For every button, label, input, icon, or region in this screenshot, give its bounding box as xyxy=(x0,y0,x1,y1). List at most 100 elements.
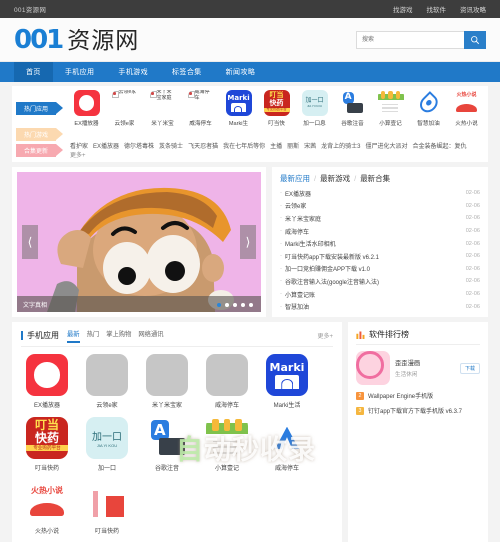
top-link-software[interactable]: 找软件 xyxy=(427,4,447,14)
collection-tag[interactable]: 芨条骑士 xyxy=(159,141,183,150)
list-item[interactable]: · EX播放器 02-06 xyxy=(280,187,480,200)
grid-item[interactable]: 火热小说 火热小说 xyxy=(21,480,73,535)
bullet-icon: · xyxy=(280,215,282,222)
nav-item-games[interactable]: 手机游戏 xyxy=(106,62,160,82)
app-tile[interactable]: 智慧加油 xyxy=(412,90,445,127)
carousel-dot[interactable] xyxy=(249,303,253,307)
list-item[interactable]: · Marki生活水印相机 02-06 xyxy=(280,237,480,250)
grid-item[interactable]: 威海停车 xyxy=(261,417,313,472)
collections-tag[interactable]: 合集更新 xyxy=(16,143,63,157)
grid-item[interactable]: 叮当快药 xyxy=(81,480,133,535)
collection-tag[interactable]: 宋茜 xyxy=(304,141,316,150)
rank-item[interactable]: 2 Wallpaper Engine手机版 xyxy=(356,391,480,400)
panel-more-link[interactable]: 更多+ xyxy=(317,331,333,340)
app-tile[interactable]: A 谷歌注音 xyxy=(336,90,369,127)
list-item-title: 叮当快药app下载安装最新版 v6.2.1 xyxy=(285,254,380,261)
app-tile[interactable]: 米丫米宝家庭 米丫米宝 xyxy=(146,90,179,127)
app-tile[interactable]: 加一口 JIA YI KOU 加一口息 xyxy=(298,90,331,127)
list-item[interactable]: · 米丫米宝家庭 02-06 xyxy=(280,212,480,225)
tab-shopping[interactable]: 掌上购物 xyxy=(106,329,131,343)
app-tile[interactable]: Marki Marki生 xyxy=(222,90,255,127)
hot-apps-row: 热门应用 EX播放器 云领e家 云领e家 米丫米宝家庭 米丫米宝 威海停车 威海… xyxy=(12,90,488,127)
grid-item[interactable]: 威海停车 xyxy=(201,354,253,409)
list-item[interactable]: · 云领e家 02-06 xyxy=(280,200,480,213)
search-button[interactable] xyxy=(464,30,486,49)
collections-more-link[interactable]: 更多+ xyxy=(70,150,86,159)
app-tile[interactable]: 云领e家 云领e家 xyxy=(108,90,141,127)
grid-item[interactable]: EX播放器 xyxy=(21,354,73,409)
rank-featured-item[interactable]: 歪歪漫画 生活休闲 下载 xyxy=(356,351,480,385)
site-logo[interactable]: 001 资源网 xyxy=(14,27,139,53)
list-item-title: 小算壹记账 xyxy=(285,292,316,299)
collection-tag[interactable]: EX播放器 xyxy=(93,141,119,150)
tab-communication[interactable]: 网络通讯 xyxy=(138,329,163,343)
bullet-icon: · xyxy=(280,265,282,272)
tab-latest-collections[interactable]: 最新合集 xyxy=(360,173,390,184)
rank-item[interactable]: 3 钉钉app下载官方下载手机版 v6.3.7 xyxy=(356,406,480,415)
list-item-title: 米丫米宝家庭 xyxy=(285,216,322,223)
hot-apps-tag[interactable]: 热门应用 xyxy=(16,102,63,115)
tab-latest-apps[interactable]: 最新应用 xyxy=(280,173,310,184)
list-item-title: Marki生活水印相机 xyxy=(285,242,336,249)
download-button[interactable]: 下载 xyxy=(459,362,480,374)
nav-item-apps[interactable]: 手机应用 xyxy=(53,62,107,82)
rank-item-title: Wallpaper Engine手机版 xyxy=(368,394,434,400)
nav-item-tags[interactable]: 标签合集 xyxy=(160,62,214,82)
list-item-title: 智慧加油 xyxy=(285,305,310,312)
collection-tag[interactable]: 看护家 xyxy=(70,141,88,150)
app-grid: EX播放器 云领e家 米丫米宝家 威海停车 Marki Marki生活 叮当 快… xyxy=(21,354,333,535)
chevron-left-icon[interactable]: ⟨ xyxy=(22,225,38,259)
carousel-dot[interactable] xyxy=(233,303,237,307)
tab-latest-games[interactable]: 最新游戏 xyxy=(320,173,350,184)
collection-tag[interactable]: 龙背上的骑士3 xyxy=(321,141,360,150)
grid-item[interactable]: Marki Marki生活 xyxy=(261,354,313,409)
collection-tag[interactable]: 飞天忍者猫 xyxy=(188,141,218,150)
search-input[interactable] xyxy=(356,30,464,49)
grid-item[interactable]: 云领e家 xyxy=(81,354,133,409)
collection-tag[interactable]: 僵尸进化大派对 xyxy=(365,141,407,150)
middle-section: 文字真相 ⟨ ⟩ 最新应用 / 最新游戏 / 最新合集 · EX播放器 02-0… xyxy=(12,167,488,317)
grid-item-label: 叮当快药 xyxy=(94,529,119,535)
list-item[interactable]: · 智慧加油 02-06 xyxy=(280,300,480,313)
placeholder-icon xyxy=(206,354,248,396)
carousel-dot[interactable] xyxy=(225,303,229,307)
collection-tag[interactable]: 德尔塔毒株 xyxy=(124,141,154,150)
list-item[interactable]: · 叮当快药app下载安装最新版 v6.2.1 02-06 xyxy=(280,250,480,263)
list-item[interactable]: · 谷歌注音输入法(google注音输入法) 02-06 xyxy=(280,275,480,288)
list-item-date: 02-06 xyxy=(465,202,480,209)
app-tile[interactable]: 叮当 快药 专业药品平台 叮当快 xyxy=(260,90,293,127)
tab-newest[interactable]: 最新 xyxy=(67,329,80,343)
grid-item[interactable]: 小算壹记 xyxy=(201,417,253,472)
collection-tag[interactable]: 合金装备崛起：复仇 xyxy=(413,141,467,150)
top-link-news[interactable]: 资讯攻略 xyxy=(460,4,486,14)
hot-games-tag[interactable]: 热门游戏 xyxy=(16,127,63,141)
app-tile[interactable]: 火热小说 火热小说 xyxy=(450,90,483,127)
collection-tag[interactable]: 丽斯 xyxy=(287,141,299,150)
collection-tag[interactable]: 我在七年后等你 xyxy=(223,141,265,150)
carousel-dot[interactable] xyxy=(241,303,245,307)
jiayikou-icon: 加一口 JIA YI KOU xyxy=(301,90,328,116)
carousel-slide[interactable]: 文字真相 ⟨ ⟩ xyxy=(17,172,261,312)
grid-item[interactable]: 加一口 JIA YI KOU 加一口 xyxy=(81,417,133,472)
nav-item-home[interactable]: 首页 xyxy=(14,62,53,82)
grid-item[interactable]: A 谷歌注音 xyxy=(141,417,193,472)
top-link-games[interactable]: 找游戏 xyxy=(393,4,413,14)
collection-tag[interactable]: 主播 xyxy=(270,141,282,150)
app-tile[interactable]: EX播放器 xyxy=(70,90,103,127)
promo-block: 热门应用 EX播放器 云领e家 云领e家 米丫米宝家庭 米丫米宝 威海停车 威海… xyxy=(12,86,488,162)
carousel-dots xyxy=(217,303,253,307)
list-item[interactable]: · 加一口竞拍赚佣金APP下载 v1.0 02-06 xyxy=(280,263,480,276)
grid-item[interactable]: 米丫米宝家 xyxy=(141,354,193,409)
grid-item-label: 火热小说 xyxy=(34,529,59,535)
tab-hot[interactable]: 热门 xyxy=(87,329,100,343)
chevron-right-icon[interactable]: ⟩ xyxy=(240,225,256,259)
list-item[interactable]: · 小算壹记账 02-06 xyxy=(280,288,480,301)
nav-item-news[interactable]: 新闻攻略 xyxy=(214,62,268,82)
grid-item[interactable]: 叮当 快药 专业购药平台 叮当快药 xyxy=(21,417,73,472)
hot-apps-list: EX播放器 云领e家 云领e家 米丫米宝家庭 米丫米宝 威海停车 威海停车 Ma… xyxy=(70,90,488,127)
app-tile[interactable]: 小算壹记 xyxy=(374,90,407,127)
list-item[interactable]: · 威海停车 02-06 xyxy=(280,225,480,238)
carousel-dot[interactable] xyxy=(217,303,221,307)
collections-row: 合集更新 看护家 EX播放器 德尔塔毒株 芨条骑士 飞天忍者猫 我在七年后等你 … xyxy=(12,141,488,159)
app-tile[interactable]: 威海停车 威海停车 xyxy=(184,90,217,127)
